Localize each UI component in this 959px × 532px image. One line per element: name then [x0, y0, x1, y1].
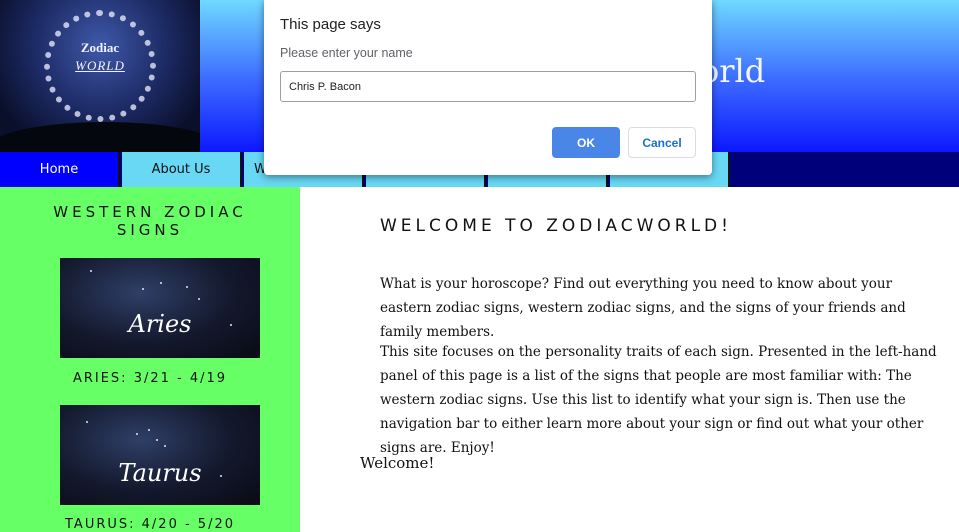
name-input[interactable] — [280, 71, 696, 102]
star — [142, 288, 144, 290]
star — [186, 286, 188, 288]
star — [164, 445, 166, 447]
logo-text-zodiac: Zodiac — [80, 40, 120, 55]
dialog-title: This page says — [280, 16, 381, 33]
cancel-button[interactable]: Cancel — [628, 127, 696, 158]
page-heading: WELCOME TO ZODIACWORLD! — [380, 216, 732, 236]
taurus-script-label: Taurus — [118, 459, 202, 487]
welcome-text: Welcome! — [360, 454, 435, 472]
star — [86, 421, 88, 423]
logo-text-world: WORLD — [75, 58, 125, 73]
taurus-image[interactable]: Taurus — [60, 405, 260, 505]
star — [160, 282, 162, 284]
taurus-caption: TAURUS: 4/20 - 5/20 — [65, 517, 235, 532]
star — [136, 433, 138, 435]
dialog-message: Please enter your name — [280, 46, 413, 60]
site-logo[interactable]: Zodiac WORLD — [0, 0, 200, 152]
nav-item-about-us[interactable]: About Us — [122, 152, 242, 187]
ok-button[interactable]: OK — [552, 127, 620, 158]
sidebar-western-signs: WESTERN ZODIAC SIGNS Aries ARIES: 3/21 -… — [0, 187, 300, 532]
star — [198, 298, 200, 300]
star — [90, 270, 92, 272]
aries-caption: ARIES: 3/21 - 4/19 — [72, 371, 228, 386]
details-paragraph: This site focuses on the personality tra… — [380, 344, 937, 456]
logo-hills-silhouette — [0, 122, 200, 152]
aries-image[interactable]: Aries — [60, 258, 260, 358]
prompt-dialog: This page says Please enter your name OK… — [264, 0, 712, 175]
aries-script-label: Aries — [128, 310, 192, 338]
intro-paragraph: What is your horoscope? Find out everyth… — [380, 276, 906, 340]
sidebar-heading: WESTERN ZODIAC SIGNS — [53, 203, 247, 239]
nav-item-home[interactable]: Home — [0, 152, 120, 187]
star — [148, 429, 150, 431]
star — [156, 439, 158, 441]
